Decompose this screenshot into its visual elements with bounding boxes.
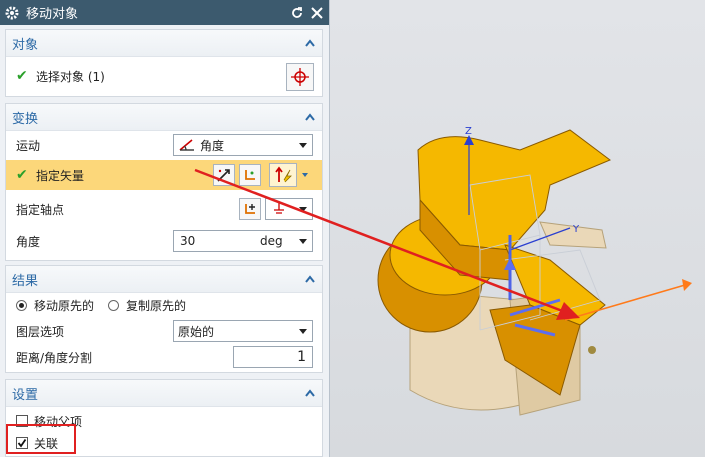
specify-vector-label: 指定矢量: [36, 168, 85, 183]
result-section-title: 结果: [12, 273, 39, 289]
vector-dialog-icon: [217, 169, 230, 182]
unit-dropdown-arrow-icon[interactable]: [299, 239, 307, 244]
model-view: Z Y: [377, 126, 692, 416]
select-object-button[interactable]: [286, 63, 314, 91]
angle-row: 角度 30 deg: [6, 228, 322, 254]
object-section-header[interactable]: 对象: [6, 30, 322, 57]
result-section-header[interactable]: 结果: [6, 266, 322, 293]
gear-icon[interactable]: [4, 5, 20, 21]
inferred-vector-button[interactable]: [269, 163, 297, 187]
object-section: 对象 ✔ 选择对象 (1): [5, 29, 323, 97]
point-dialog-icon: [245, 204, 255, 214]
copy-original-label[interactable]: 复制原先的: [126, 297, 186, 314]
checkmark-icon: ✔: [16, 167, 28, 183]
layer-option-row: 图层选项 原始的: [6, 318, 322, 344]
vector-dropdown-arrow-icon[interactable]: [301, 168, 309, 182]
point-dialog-button[interactable]: [239, 198, 261, 220]
dropdown-arrow-icon: [299, 207, 307, 212]
select-object-label: 选择对象 (1): [36, 69, 105, 84]
chevron-up-icon[interactable]: [304, 112, 316, 122]
chevron-up-icon[interactable]: [304, 388, 316, 398]
settings-section-header[interactable]: 设置: [6, 380, 322, 407]
pivot-label: 指定轴点: [16, 202, 65, 217]
motion-value: 角度: [200, 138, 225, 153]
move-original-radio[interactable]: [16, 300, 27, 311]
angle-motion-icon: [179, 139, 194, 151]
reverse-direction-icon: [245, 170, 255, 180]
layer-option-value: 原始的: [178, 324, 215, 339]
copy-original-radio[interactable]: [108, 300, 119, 311]
graphics-viewport[interactable]: Z Y: [330, 0, 705, 457]
motion-select[interactable]: 角度: [173, 134, 313, 156]
associative-callout-box: [6, 424, 76, 454]
pivot-point-marker: [588, 346, 596, 354]
point-type-icon: [274, 203, 284, 214]
dropdown-arrow-icon: [299, 143, 307, 148]
result-section: 结果 移动原先的 复制原先的 图层选项 原始的 距离/角度分割 1: [5, 265, 323, 373]
motion-row: 运动 角度: [6, 132, 322, 158]
angle-unit: deg: [260, 234, 283, 248]
move-copy-row: 移动原先的 复制原先的: [6, 292, 322, 318]
close-icon: [311, 6, 323, 19]
pivot-point-select[interactable]: [265, 198, 313, 220]
pivot-row: 指定轴点: [6, 196, 322, 222]
select-object-row[interactable]: ✔ 选择对象 (1): [6, 60, 322, 92]
dialog-title: 移动对象: [26, 7, 79, 22]
reset-icon: [292, 6, 302, 18]
angle-label: 角度: [16, 234, 41, 249]
vector-dialog-button[interactable]: [213, 164, 235, 186]
close-button[interactable]: [309, 5, 325, 21]
distance-split-input[interactable]: 1: [233, 346, 313, 368]
dialog-titlebar: 移动对象: [0, 0, 329, 25]
chevron-up-icon[interactable]: [304, 38, 316, 48]
z-axis-label: Z: [465, 126, 472, 137]
crosshair-icon: [291, 68, 309, 86]
move-object-dialog: 移动对象 对象 ✔ 选择对象 (1) 变换 运动 角度 ✔ 指定矢量 指定轴点 …: [0, 0, 330, 457]
chevron-up-icon[interactable]: [304, 274, 316, 284]
checkmark-icon: ✔: [16, 68, 28, 84]
move-original-label[interactable]: 移动原先的: [34, 297, 94, 314]
motion-label: 运动: [16, 138, 41, 153]
angle-value: 30: [180, 234, 196, 248]
specify-vector-row[interactable]: ✔ 指定矢量: [6, 160, 322, 190]
transform-section-header[interactable]: 变换: [6, 104, 322, 131]
layer-option-label: 图层选项: [16, 324, 65, 339]
dropdown-arrow-icon: [299, 329, 307, 334]
transform-section-title: 变换: [12, 111, 39, 127]
transform-section: 变换 运动 角度 ✔ 指定矢量 指定轴点 角度 30 deg: [5, 103, 323, 261]
distance-split-row: 距离/角度分割 1: [6, 344, 322, 370]
angle-input[interactable]: 30 deg: [173, 230, 313, 252]
reset-button[interactable]: [289, 5, 305, 21]
y-axis-label: Y: [572, 224, 580, 235]
distance-split-value: 1: [297, 349, 306, 365]
object-section-title: 对象: [12, 37, 39, 53]
reverse-direction-button[interactable]: [239, 164, 261, 186]
settings-section-title: 设置: [12, 387, 39, 403]
inferred-vector-icon: [275, 166, 292, 183]
layer-option-select[interactable]: 原始的: [173, 320, 313, 342]
distance-split-label: 距离/角度分割: [16, 350, 93, 365]
specified-vector-arrow-icon: [682, 279, 692, 291]
